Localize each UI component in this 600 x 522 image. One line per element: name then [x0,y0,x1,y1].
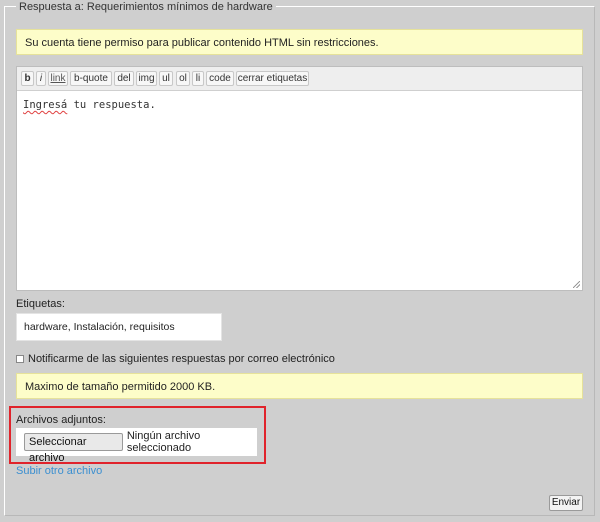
blockquote-button[interactable]: b-quote [70,71,112,86]
textarea-text: tu respuesta. [67,99,156,111]
code-button[interactable]: code [206,71,234,86]
ol-button[interactable]: ol [176,71,190,86]
notify-checkbox[interactable] [16,355,24,363]
img-button[interactable]: img [136,71,157,86]
tags-label: Etiquetas: [16,298,65,310]
link-button[interactable]: link [48,71,68,86]
italic-button[interactable]: i [36,71,46,86]
reply-textarea[interactable]: Ingresá tu respuesta. [17,91,582,290]
fieldset-legend: Respuesta a: Requerimientos mínimos de h… [16,0,276,14]
ul-button[interactable]: ul [159,71,173,86]
del-button[interactable]: del [114,71,134,86]
attachments-label: Archivos adjuntos: [16,414,106,426]
select-file-button[interactable]: Seleccionar archivo [24,433,123,464]
upload-another-link[interactable]: Subir otro archivo [16,465,102,477]
reply-editor: b i link b-quote del img ul ol li code c… [16,66,583,291]
html-permission-notice: Su cuenta tiene permiso para publicar co… [16,29,583,55]
submit-button[interactable]: Enviar [549,495,583,511]
notify-option: Notificarme de las siguientes respuestas… [16,353,335,365]
editor-toolbar: b i link b-quote del img ul ol li code c… [17,67,582,91]
max-size-notice: Maximo de tamaño permitido 2000 KB. [16,373,583,399]
li-button[interactable]: li [192,71,204,86]
misspelled-word: Ingresá [23,99,68,111]
resize-handle-icon[interactable] [573,281,580,288]
file-status-text: Ningún archivo seleccionado [126,430,201,454]
close-tags-button[interactable]: cerrar etiquetas [236,71,309,86]
tags-input[interactable]: hardware, Instalación, requisitos [16,313,222,341]
file-input: Seleccionar archivo Ningún archivo selec… [16,428,257,464]
notify-label[interactable]: Notificarme de las siguientes respuestas… [28,353,335,365]
bold-button[interactable]: b [21,71,34,86]
